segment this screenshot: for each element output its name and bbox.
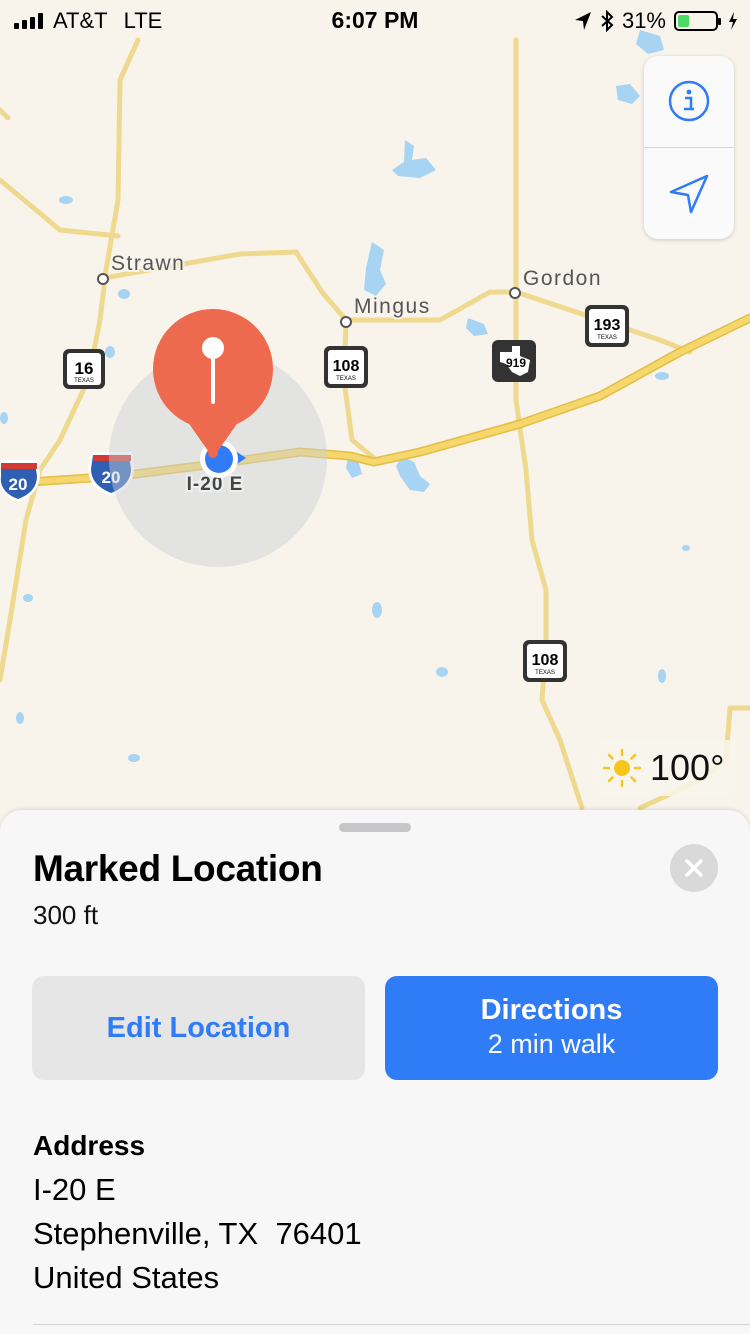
- address-line-2: Stephenville, TX 76401: [33, 1216, 362, 1251]
- shield-tx193: 193 TEXAS: [585, 305, 629, 347]
- svg-text:16: 16: [75, 359, 94, 378]
- shield-tx108-north: 108 TEXAS: [324, 346, 368, 388]
- place-title: Marked Location: [33, 848, 323, 889]
- place-label-gordon[interactable]: Gordon: [521, 265, 603, 292]
- svg-text:TEXAS: TEXAS: [597, 335, 617, 341]
- battery-icon: [674, 11, 721, 31]
- svg-text:193: 193: [594, 317, 621, 334]
- svg-text:TEXAS: TEXAS: [336, 376, 356, 382]
- weather-badge: 100°: [598, 740, 736, 796]
- close-button[interactable]: [670, 844, 718, 892]
- svg-text:TEXAS: TEXAS: [74, 378, 94, 384]
- track-location-button[interactable]: [644, 149, 734, 239]
- edit-location-button[interactable]: Edit Location: [32, 976, 365, 1080]
- svg-text:919: 919: [506, 356, 526, 370]
- svg-text:108: 108: [532, 652, 559, 669]
- shield-fm919: 919: [492, 340, 536, 382]
- controls-divider: [644, 147, 734, 148]
- place-distance: 300 ft: [33, 900, 99, 930]
- address-line-3: United States: [33, 1260, 220, 1295]
- address-line-1: I-20 E: [33, 1172, 116, 1207]
- directions-detail: 2 min walk: [487, 1029, 616, 1059]
- shield-tx16: 16 TEXAS: [63, 349, 105, 389]
- section-divider: [33, 1324, 750, 1325]
- weather-temperature: 100°: [650, 747, 725, 788]
- place-card-sheet: Marked Location 300 ft Edit Location Dir…: [0, 810, 750, 1334]
- shield-tx108-south: 108 TEXAS: [523, 640, 567, 682]
- directions-button[interactable]: Directions 2 min walk: [385, 976, 718, 1080]
- place-label-mingus[interactable]: Mingus: [352, 293, 431, 320]
- status-bar: AT&T LTE 6:07 PM 31%: [0, 0, 750, 40]
- svg-text:108: 108: [333, 358, 360, 375]
- map-view[interactable]: Strawn Mingus Gordon 16 TEXAS 108 TEXAS …: [0, 0, 750, 840]
- battery-percent: 31%: [621, 8, 666, 33]
- map-controls: [644, 56, 734, 239]
- charging-bolt-icon: [729, 12, 737, 30]
- info-button[interactable]: [644, 56, 734, 146]
- sheet-grabber[interactable]: [339, 823, 411, 832]
- place-label-strawn[interactable]: Strawn: [109, 250, 186, 277]
- svg-text:20: 20: [9, 475, 28, 494]
- close-icon: [685, 859, 703, 877]
- svg-text:TEXAS: TEXAS: [535, 670, 555, 676]
- sun-icon: [602, 748, 642, 788]
- location-arrow-icon: [669, 174, 709, 214]
- info-icon: [668, 80, 710, 122]
- location-arrow-icon: [574, 12, 591, 30]
- address-heading: Address: [33, 1130, 146, 1161]
- bluetooth-icon: [601, 10, 614, 32]
- directions-label: Directions: [480, 994, 623, 1026]
